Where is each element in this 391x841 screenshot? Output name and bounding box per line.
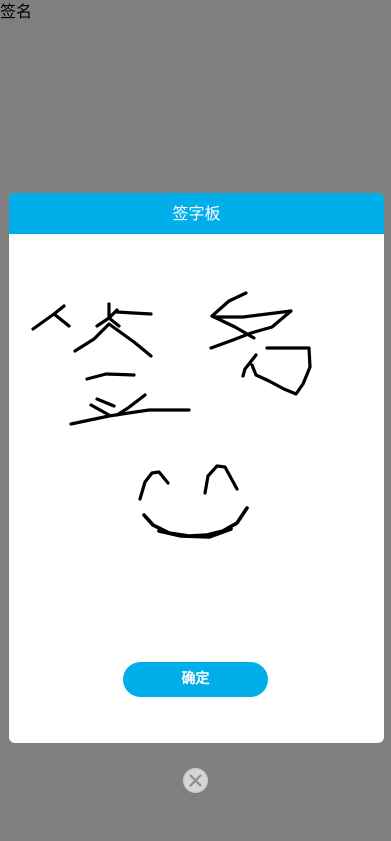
signature-stroke bbox=[95, 397, 116, 408]
signature-strokes bbox=[31, 291, 312, 539]
signature-stroke bbox=[209, 309, 293, 350]
signature-stroke bbox=[69, 408, 191, 426]
dialog-title: 签字板 bbox=[9, 193, 384, 234]
confirm-button[interactable]: 确定 bbox=[123, 662, 268, 697]
close-icon bbox=[183, 768, 208, 793]
signature-dialog: 签字板 确定 bbox=[9, 193, 384, 743]
signature-stroke bbox=[89, 403, 111, 417]
signature-stroke bbox=[115, 310, 153, 316]
close-button[interactable] bbox=[183, 768, 208, 793]
signature-stroke bbox=[73, 322, 153, 358]
signature-stroke bbox=[85, 372, 136, 381]
signature-stroke bbox=[52, 312, 71, 328]
signature-stroke bbox=[250, 346, 312, 396]
signature-stroke bbox=[203, 464, 239, 495]
signature-canvas[interactable] bbox=[9, 234, 384, 634]
signature-stroke bbox=[138, 470, 170, 501]
